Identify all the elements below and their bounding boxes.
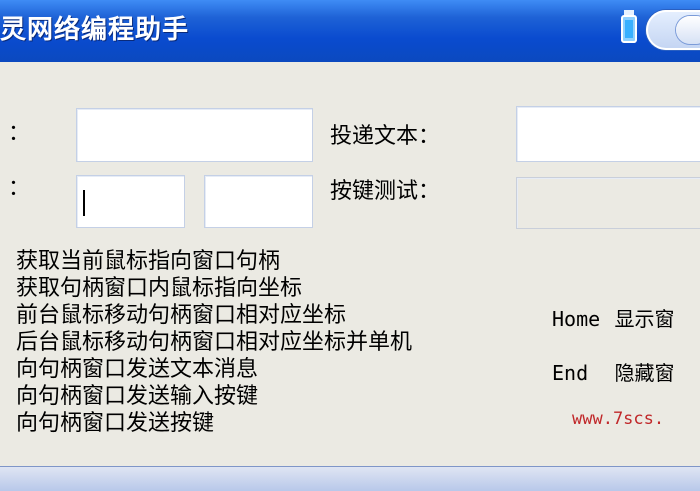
hotkey-home: Home 显示窗 bbox=[552, 303, 675, 332]
action-item[interactable]: 前台鼠标移动句柄窗口相对应坐标 bbox=[16, 302, 412, 329]
key-test-input[interactable] bbox=[516, 177, 700, 229]
action-item[interactable]: 向句柄窗口发送文本消息 bbox=[16, 356, 412, 383]
hotkey-home-key: Home bbox=[552, 307, 601, 331]
website-link[interactable]: www.7scs. bbox=[572, 409, 664, 429]
action-item[interactable]: 获取句柄窗口内鼠标指向坐标 bbox=[16, 275, 412, 302]
hotkey-end: End 隐藏窗 bbox=[552, 357, 674, 386]
action-list: 获取当前鼠标指向窗口句柄 获取句柄窗口内鼠标指向坐标 前台鼠标移动句柄窗口相对应… bbox=[16, 248, 412, 437]
window-title: 灵网络编程助手 bbox=[0, 15, 190, 45]
post-text-label: 投递文本： bbox=[330, 124, 441, 149]
caption-toggle-button[interactable] bbox=[646, 10, 700, 50]
toggle-knob bbox=[676, 16, 700, 44]
action-item[interactable]: 后台鼠标移动句柄窗口相对应坐标并单机 bbox=[16, 329, 412, 356]
window-control-icon[interactable] bbox=[619, 10, 639, 48]
key-test-label: 按键测试： bbox=[330, 179, 441, 204]
coord-x-input[interactable] bbox=[76, 175, 185, 228]
text-caret bbox=[83, 190, 85, 216]
post-text-input[interactable] bbox=[516, 106, 700, 162]
title-bar[interactable]: 灵网络编程助手 bbox=[0, 0, 700, 62]
hotkey-home-desc: 显示窗 bbox=[614, 307, 675, 331]
field-label-colon-2: ： bbox=[8, 176, 31, 201]
field-label-colon-1: ： bbox=[8, 121, 31, 146]
handle-input[interactable] bbox=[76, 108, 313, 162]
window-bottom-border bbox=[0, 466, 700, 491]
coord-y-input[interactable] bbox=[204, 175, 313, 228]
hotkey-end-key: End bbox=[552, 361, 589, 385]
hotkey-end-desc: 隐藏窗 bbox=[614, 361, 675, 385]
action-item[interactable]: 向句柄窗口发送输入按键 bbox=[16, 383, 412, 410]
action-item[interactable]: 向句柄窗口发送按键 bbox=[16, 410, 412, 437]
action-item[interactable]: 获取当前鼠标指向窗口句柄 bbox=[16, 248, 412, 275]
